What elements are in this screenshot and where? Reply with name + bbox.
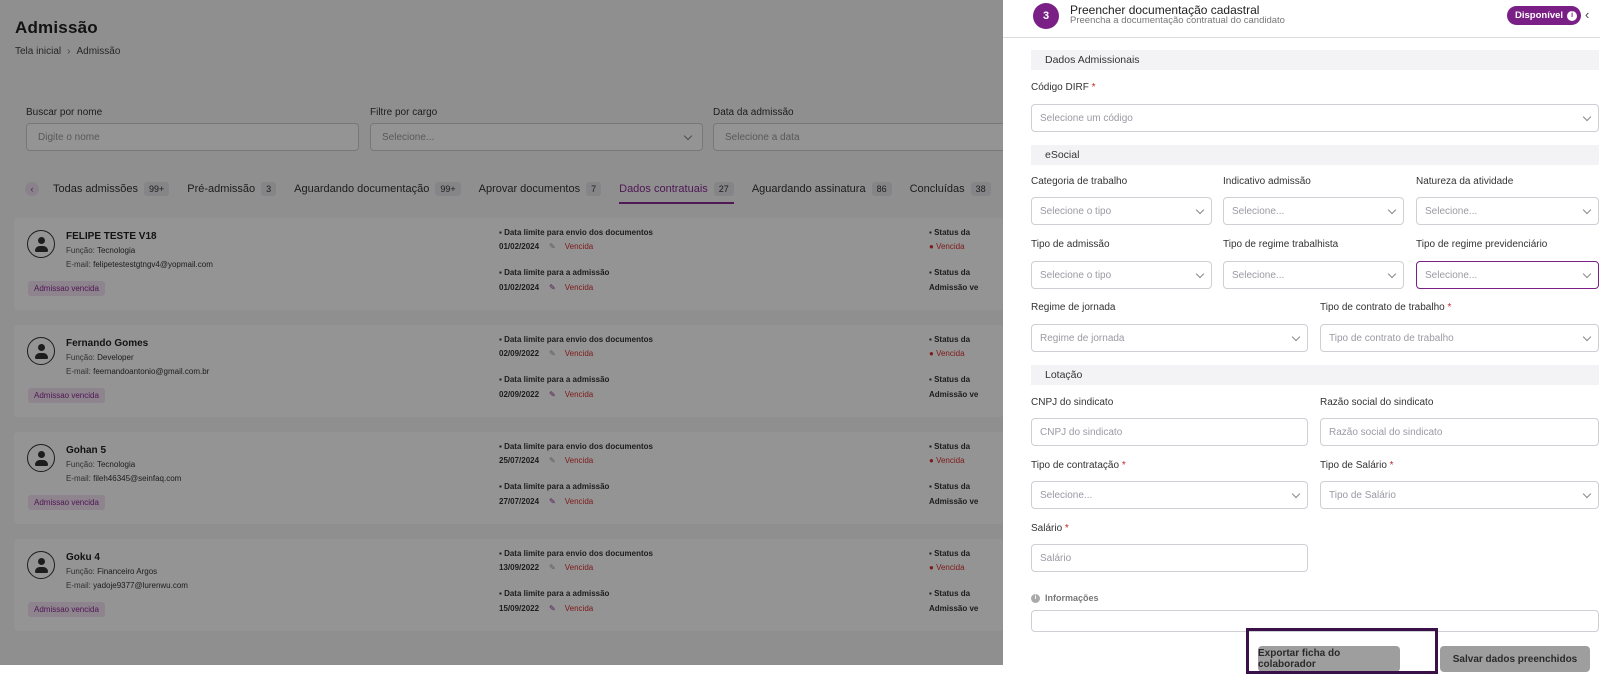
tipo-admissao-select[interactable]: Selecione o tipo: [1031, 261, 1212, 289]
indicativo-select[interactable]: Selecione...: [1223, 197, 1404, 225]
jornada-label: Regime de jornada: [1031, 302, 1116, 313]
info-icon: i: [1031, 593, 1040, 603]
chevron-down-icon: [1195, 205, 1205, 214]
tipo-admissao-value: Selecione o tipo: [1040, 269, 1112, 281]
dirf-label: Código DIRF *: [1031, 82, 1096, 93]
chevron-down-icon: [1582, 112, 1592, 121]
drawer-subtitle: Preencha a documentação contratual do ca…: [1070, 15, 1285, 26]
contratacao-value: Selecione...: [1040, 489, 1093, 501]
regime-previdenciario-label: Tipo de regime previdenciário: [1416, 239, 1548, 250]
cnpj-input[interactable]: CNPJ do sindicato: [1031, 418, 1308, 446]
section-esocial: eSocial: [1031, 145, 1599, 165]
salario-placeholder: Salário: [1040, 552, 1072, 564]
salario-input[interactable]: Salário: [1031, 544, 1308, 572]
modal-backdrop[interactable]: [0, 0, 1003, 665]
info-icon[interactable]: i: [1567, 10, 1578, 21]
razao-placeholder: Razão social do sindicato: [1329, 426, 1443, 438]
availability-badge: Disponível i: [1507, 6, 1582, 25]
regime-trabalhista-value: Selecione...: [1232, 269, 1285, 281]
save-button[interactable]: Salvar dados preenchidos: [1440, 646, 1590, 672]
chevron-down-icon: [1291, 332, 1301, 341]
cnpj-placeholder: CNPJ do sindicato: [1040, 426, 1123, 438]
dirf-select[interactable]: Selecione um código: [1031, 104, 1599, 132]
step-number: 3: [1033, 3, 1059, 29]
availability-label: Disponível: [1515, 10, 1564, 21]
razao-label: Razão social do sindicato: [1320, 397, 1434, 408]
categoria-value: Selecione o tipo: [1040, 205, 1112, 217]
categoria-label: Categoria de trabalho: [1031, 176, 1128, 187]
contrato-value: Tipo de contrato de trabalho: [1329, 332, 1454, 344]
chevron-down-icon: [1582, 205, 1592, 214]
tipo-salario-select[interactable]: Tipo de Salário: [1320, 481, 1599, 509]
chevron-down-icon: [1582, 489, 1592, 498]
documentation-drawer: 3 Preencher documentação cadastral Preen…: [1003, 0, 1600, 678]
tipo-admissao-label: Tipo de admissão: [1031, 239, 1110, 250]
informacoes-label: i Informações: [1031, 593, 1099, 603]
regime-trabalhista-select[interactable]: Selecione...: [1223, 261, 1404, 289]
section-lotacao: Lotação: [1031, 365, 1599, 385]
chevron-down-icon: [1291, 489, 1301, 498]
chevron-down-icon: [1582, 332, 1592, 341]
regime-trabalhista-label: Tipo de regime trabalhista: [1223, 239, 1339, 250]
chevron-down-icon: [1582, 269, 1592, 278]
dirf-value: Selecione um código: [1040, 112, 1133, 124]
jornada-select[interactable]: Regime de jornada: [1031, 324, 1308, 352]
drawer-header: 3 Preencher documentação cadastral Preen…: [1003, 0, 1600, 38]
regime-previdenciario-value: Selecione...: [1425, 269, 1478, 281]
contrato-select[interactable]: Tipo de contrato de trabalho: [1320, 324, 1599, 352]
tipo-salario-value: Tipo de Salário: [1329, 489, 1396, 501]
close-icon[interactable]: ‹: [1585, 7, 1589, 22]
razao-input[interactable]: Razão social do sindicato: [1320, 418, 1599, 446]
cnpj-label: CNPJ do sindicato: [1031, 397, 1114, 408]
chevron-down-icon: [1387, 269, 1397, 278]
chevron-down-icon: [1387, 205, 1397, 214]
contratacao-label: Tipo de contratação *: [1031, 460, 1126, 471]
tipo-salario-label: Tipo de Salário *: [1320, 460, 1394, 471]
chevron-down-icon: [1195, 269, 1205, 278]
contratacao-select[interactable]: Selecione...: [1031, 481, 1308, 509]
jornada-value: Regime de jornada: [1040, 332, 1125, 344]
natureza-select[interactable]: Selecione...: [1416, 197, 1599, 225]
natureza-value: Selecione...: [1425, 205, 1478, 217]
export-button[interactable]: Exportar ficha do colaborador: [1258, 646, 1400, 672]
salario-label: Salário *: [1031, 523, 1069, 534]
informacoes-field[interactable]: [1031, 610, 1599, 632]
section-dados-admissionais: Dados Admissionais: [1031, 50, 1599, 70]
indicativo-label: Indicativo admissão: [1223, 176, 1311, 187]
contrato-label: Tipo de contrato de trabalho *: [1320, 302, 1452, 313]
regime-previdenciario-select[interactable]: Selecione...: [1416, 261, 1599, 289]
categoria-select[interactable]: Selecione o tipo: [1031, 197, 1212, 225]
natureza-label: Natureza da atividade: [1416, 176, 1514, 187]
indicativo-value: Selecione...: [1232, 205, 1285, 217]
